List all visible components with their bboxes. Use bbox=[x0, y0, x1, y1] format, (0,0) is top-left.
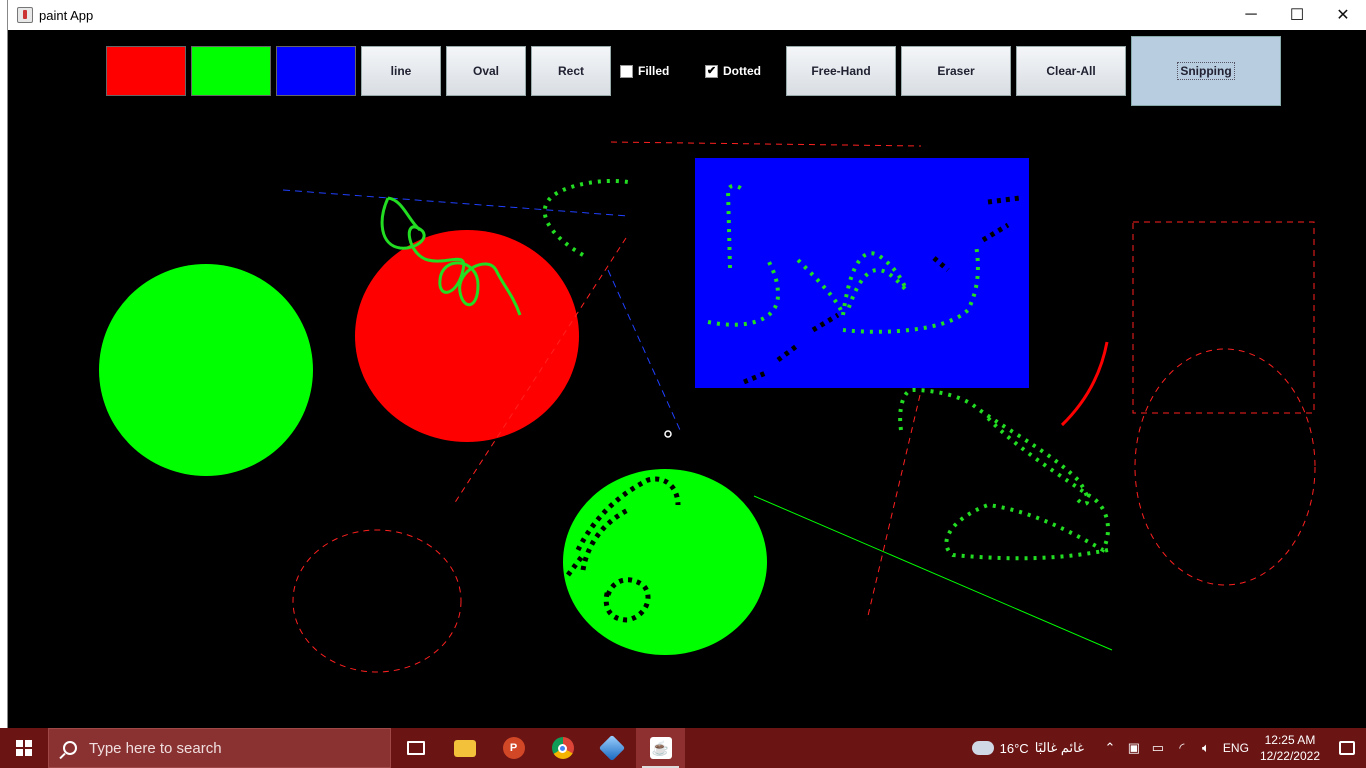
notification-center-icon[interactable] bbox=[1328, 741, 1366, 755]
green-filled-circle bbox=[99, 264, 313, 476]
paint-app-window: paint App ─ ☐ ✕ line Oval Rect Filled ✔ … bbox=[7, 0, 1366, 728]
window-title: paint App bbox=[39, 7, 94, 23]
rect-button[interactable]: Rect bbox=[531, 46, 611, 96]
task-view-icon[interactable] bbox=[391, 728, 440, 768]
green-scribble-2 bbox=[387, 196, 422, 232]
filled-checkbox[interactable]: Filled bbox=[620, 64, 669, 78]
green-color-button[interactable] bbox=[191, 46, 271, 96]
battery-icon[interactable]: ▭ bbox=[1146, 740, 1170, 756]
filled-checkbox-box[interactable] bbox=[620, 64, 633, 78]
clock[interactable]: 12:25 AM 12/22/2022 bbox=[1260, 732, 1320, 764]
red-dashed-oval bbox=[1134, 348, 1316, 586]
mouse-cursor bbox=[664, 430, 672, 438]
canvas-drawing bbox=[99, 141, 1316, 673]
red-dashed-line-top bbox=[610, 141, 922, 147]
dotted-checkbox[interactable]: ✔ Dotted bbox=[705, 64, 761, 78]
snipping-label: Snipping bbox=[1177, 62, 1235, 80]
line-button[interactable]: line bbox=[361, 46, 441, 96]
file-explorer-icon[interactable] bbox=[440, 728, 489, 768]
red-dashed-circle bbox=[292, 529, 462, 673]
dotted-checkbox-box[interactable]: ✔ bbox=[705, 64, 718, 78]
blue-color-button[interactable] bbox=[276, 46, 356, 96]
blue-dashed-line-1 bbox=[282, 189, 629, 217]
snipping-button[interactable]: Snipping bbox=[1131, 36, 1281, 106]
system-tray: 16°C غائم غالبًا ⌃ ▣ ▭ ◜ 🔈︎ ENG 12:25 AM… bbox=[969, 728, 1366, 768]
minimize-button[interactable]: ─ bbox=[1228, 0, 1274, 30]
language-indicator[interactable]: ENG bbox=[1218, 741, 1254, 755]
dotted-checkbox-label: Dotted bbox=[723, 64, 761, 78]
green-dotted-big-stroke bbox=[898, 387, 1110, 561]
search-icon bbox=[63, 741, 77, 755]
eraser-button[interactable]: Eraser bbox=[901, 46, 1011, 96]
clear-all-button[interactable]: Clear-All bbox=[1016, 46, 1126, 96]
weather-widget[interactable]: 16°C غائم غالبًا bbox=[969, 735, 1084, 756]
windows-logo-icon bbox=[16, 740, 32, 756]
meet-now-icon[interactable]: ▣ bbox=[1122, 740, 1146, 756]
green-filled-circle-bottom bbox=[563, 469, 767, 655]
title-bar: paint App ─ ☐ ✕ bbox=[8, 0, 1366, 30]
weather-temperature: 16°C bbox=[999, 740, 1029, 756]
search-placeholder: Type here to search bbox=[89, 739, 222, 757]
powerpoint-icon[interactable]: P bbox=[489, 728, 538, 768]
clock-date: 12/22/2022 bbox=[1259, 749, 1320, 763]
chrome-icon[interactable] bbox=[538, 728, 587, 768]
clock-time: 12:25 AM bbox=[1264, 733, 1316, 747]
green-dotted-curve-top bbox=[542, 178, 629, 257]
weather-description: غائم غالبًا bbox=[1034, 740, 1084, 755]
volume-icon[interactable]: 🔈︎ bbox=[1194, 740, 1218, 756]
drawing-canvas[interactable]: line Oval Rect Filled ✔ Dotted Free-Hand… bbox=[8, 30, 1366, 728]
red-color-button[interactable] bbox=[106, 46, 186, 96]
red-dashed-rect bbox=[1132, 221, 1315, 414]
red-filled-circle bbox=[355, 230, 579, 442]
wifi-icon[interactable]: ◜ bbox=[1170, 740, 1194, 756]
virtualbox-icon[interactable] bbox=[587, 728, 636, 768]
weather-cloud-icon bbox=[969, 735, 994, 755]
filled-checkbox-label: Filled bbox=[638, 64, 670, 78]
chevron-up-icon[interactable]: ⌃ bbox=[1098, 740, 1122, 756]
oval-button[interactable]: Oval bbox=[446, 46, 526, 96]
taskbar-search[interactable]: Type here to search bbox=[48, 728, 391, 768]
taskbar: Type here to search P ☕ 16°C غائم غالبًا… bbox=[0, 728, 1366, 768]
blue-filled-rect bbox=[695, 158, 1029, 388]
java-icon[interactable]: ☕ bbox=[636, 728, 685, 768]
blue-dashed-line-2 bbox=[607, 269, 681, 431]
maximize-button[interactable]: ☐ bbox=[1274, 0, 1320, 30]
start-button[interactable] bbox=[0, 728, 48, 768]
red-dashed-line-right bbox=[866, 394, 921, 621]
close-button[interactable]: ✕ bbox=[1320, 0, 1366, 30]
red-freehand-stroke bbox=[1060, 341, 1109, 427]
green-solid-line bbox=[753, 495, 1113, 651]
java-app-icon bbox=[17, 7, 33, 23]
freehand-button[interactable]: Free-Hand bbox=[786, 46, 896, 96]
